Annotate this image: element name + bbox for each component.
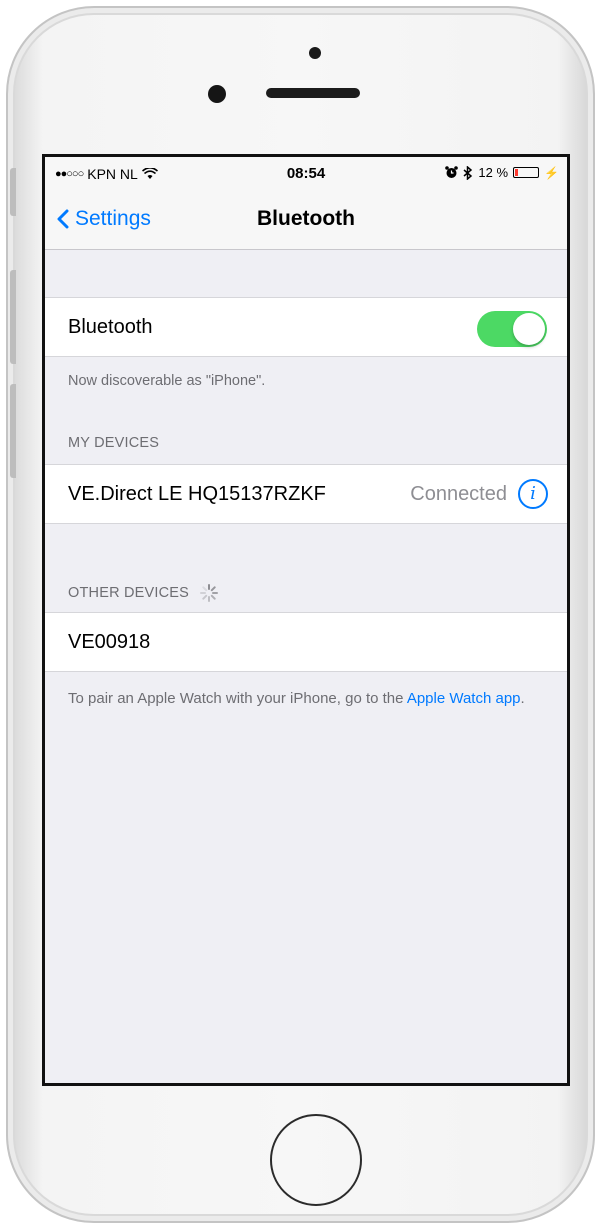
other-device-row[interactable]: VE00918 bbox=[45, 612, 567, 672]
my-devices-header: MY DEVICES bbox=[68, 435, 159, 451]
apple-watch-app-link[interactable]: Apple Watch app bbox=[407, 690, 521, 707]
pair-note-text: To pair an Apple Watch with your iPhone,… bbox=[68, 690, 407, 707]
device-status: Connected bbox=[410, 483, 507, 505]
battery-percentage: 12 % bbox=[478, 165, 509, 180]
device-row[interactable]: VE.Direct LE HQ15137RZKF Connected i bbox=[45, 464, 567, 524]
loading-spinner-icon bbox=[200, 584, 219, 602]
page-title: Bluetooth bbox=[257, 207, 355, 230]
device-name: VE.Direct LE HQ15137RZKF bbox=[68, 483, 326, 505]
status-right: 12 % ⚡ bbox=[445, 165, 559, 180]
other-devices-header: OTHER DEVICES bbox=[68, 583, 219, 603]
status-bar: ●●○○○ KPN NL 08:54 12 % ⚡ bbox=[45, 157, 567, 191]
bluetooth-toggle-row: Bluetooth bbox=[45, 297, 567, 357]
screen: ●●○○○ KPN NL 08:54 12 % ⚡ Settings Bluet… bbox=[42, 154, 570, 1086]
volume-up-button bbox=[10, 270, 16, 364]
my-devices-header-label: MY DEVICES bbox=[68, 435, 160, 451]
info-icon[interactable]: i bbox=[518, 479, 548, 509]
battery-icon bbox=[513, 167, 540, 178]
alarm-icon bbox=[445, 166, 459, 178]
other-device-name: VE00918 bbox=[68, 631, 151, 653]
apple-watch-pair-note: To pair an Apple Watch with your iPhone,… bbox=[68, 687, 543, 711]
other-devices-header-label: OTHER DEVICES bbox=[68, 585, 190, 601]
volume-down-button bbox=[10, 384, 16, 478]
home-button[interactable] bbox=[270, 1114, 362, 1206]
bluetooth-switch[interactable] bbox=[477, 311, 547, 347]
proximity-sensor bbox=[309, 47, 321, 59]
bluetooth-icon bbox=[463, 165, 473, 180]
bluetooth-toggle-label: Bluetooth bbox=[68, 316, 153, 338]
discoverable-text: Now discoverable as "iPhone". bbox=[68, 373, 266, 389]
mute-switch bbox=[10, 168, 16, 216]
charging-icon: ⚡ bbox=[544, 165, 559, 180]
battery-level-fill bbox=[515, 169, 519, 176]
front-camera bbox=[208, 85, 226, 103]
navigation-bar: Settings Bluetooth bbox=[45, 191, 567, 250]
earpiece-speaker bbox=[266, 88, 360, 98]
switch-knob bbox=[513, 313, 545, 345]
pair-note-suffix: . bbox=[520, 690, 525, 707]
